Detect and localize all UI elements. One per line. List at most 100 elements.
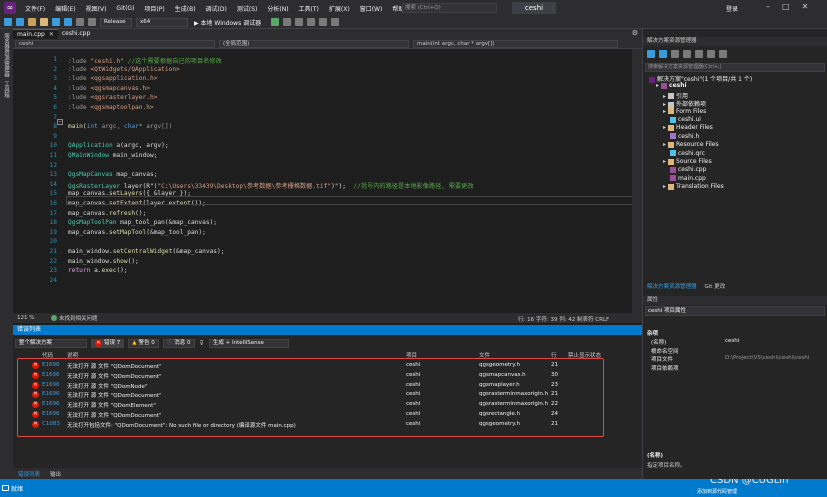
- filter-icon[interactable]: ⊽: [200, 340, 204, 347]
- project-scope-dropdown[interactable]: ceshi: [15, 39, 215, 48]
- maximize-icon[interactable]: □: [782, 2, 790, 11]
- back-icon[interactable]: [647, 50, 655, 58]
- tree-item[interactable]: ▸ Translation Files: [663, 183, 724, 191]
- code-line: map_canvas.refresh();: [68, 210, 146, 217]
- expand-arrow-icon[interactable]: ▸: [663, 124, 666, 131]
- tree-item-label: Form Files: [676, 107, 707, 115]
- toolbox-tab[interactable]: 工具箱: [2, 81, 10, 98]
- code-token: "ceshi.h": [90, 58, 124, 65]
- menu-item[interactable]: 生成(B): [170, 4, 201, 13]
- messages-filter-button[interactable]: ⓘ 消息 0: [162, 338, 195, 348]
- menu-item[interactable]: 项目(P): [139, 4, 169, 13]
- redo-icon[interactable]: [88, 18, 96, 26]
- server-explorer-tab[interactable]: 服务器资源管理器: [2, 33, 10, 77]
- forward-icon[interactable]: [659, 50, 667, 58]
- property-value[interactable]: ceshi: [725, 338, 825, 344]
- expand-arrow-icon[interactable]: ▸: [663, 108, 666, 115]
- collapse-outline-icon[interactable]: −: [57, 119, 63, 125]
- toolbar-tool-icon[interactable]: [295, 18, 304, 26]
- menu-item[interactable]: Git(G): [111, 5, 139, 12]
- menu-item[interactable]: 扩展(X): [324, 4, 355, 13]
- scope-dropdown[interactable]: 整个解决方案: [15, 338, 87, 348]
- collapse-all-icon[interactable]: [695, 50, 703, 58]
- tree-item[interactable]: main.cpp: [670, 175, 706, 183]
- tab-main-cpp[interactable]: main.cpp ✕: [13, 29, 58, 39]
- menu-item[interactable]: 窗口(W): [355, 4, 388, 13]
- back-icon[interactable]: [4, 18, 12, 26]
- toolbar-tool-icon[interactable]: [307, 18, 316, 26]
- tree-item[interactable]: ceshi.h: [670, 133, 699, 141]
- menu-item[interactable]: 文件(F): [20, 4, 50, 13]
- code-token: * argv[]): [138, 123, 173, 131]
- expand-arrow-icon[interactable]: ▸: [663, 141, 666, 148]
- tree-item[interactable]: ▸ Header Files: [663, 124, 713, 132]
- wrench-icon[interactable]: [719, 50, 727, 58]
- forward-icon[interactable]: [16, 18, 24, 26]
- tree-item[interactable]: ▸ 引用: [663, 91, 688, 100]
- login-link[interactable]: 登录: [726, 4, 738, 13]
- line-number: 3: [53, 75, 57, 83]
- properties-icon[interactable]: [707, 50, 715, 58]
- menu-item[interactable]: 视图(V): [81, 4, 112, 13]
- configuration-dropdown[interactable]: Release: [100, 17, 132, 27]
- menu-item[interactable]: 测试(S): [232, 4, 263, 13]
- expand-arrow-icon[interactable]: ▸: [663, 158, 666, 165]
- run-debugger-button[interactable]: ▶ 本地 Windows 调试器: [194, 18, 261, 27]
- tree-item[interactable]: ceshi.qrc: [670, 150, 705, 158]
- line-number: 6: [53, 104, 57, 111]
- tab-solution-explorer[interactable]: 解决方案资源管理器: [647, 282, 697, 290]
- info-icon: ⓘ: [166, 339, 173, 346]
- toolbar-tool-icon[interactable]: [319, 18, 328, 26]
- sync-icon[interactable]: [683, 50, 691, 58]
- toolbar-tool-icon[interactable]: [331, 18, 340, 26]
- expand-arrow-icon[interactable]: ▸: [663, 183, 666, 190]
- tree-item[interactable]: ▸ 外部依赖项: [663, 99, 706, 108]
- menu-item[interactable]: 编辑(E): [50, 4, 80, 13]
- tree-item[interactable]: ▸ Source Files: [663, 158, 712, 166]
- tree-item[interactable]: ▸ Resource Files: [663, 141, 719, 149]
- properties-object-dropdown[interactable]: ceshi 项目属性: [645, 306, 825, 316]
- tree-item[interactable]: ▸ Form Files: [663, 108, 706, 116]
- tree-item[interactable]: ceshi.ui: [670, 116, 701, 124]
- errors-filter-button[interactable]: ✕ 错误 7: [91, 338, 125, 348]
- tree-item[interactable]: 解决方案"ceshi"(1 个项目/共 1 个): [649, 74, 752, 83]
- platform-dropdown[interactable]: x64: [136, 17, 188, 27]
- tab-output[interactable]: 输出: [50, 470, 61, 478]
- tab-ceshi-cpp[interactable]: ceshi.cpp: [58, 29, 94, 39]
- tab-error-list[interactable]: 错误列表: [18, 470, 40, 478]
- function-dropdown[interactable]: main(int argc, char * argv[]): [413, 39, 618, 48]
- solution-search-input[interactable]: 搜索解决方案资源管理器(Ctrl+;): [645, 63, 825, 72]
- start-without-debug-icon[interactable]: [271, 18, 280, 26]
- save-icon[interactable]: [52, 18, 60, 26]
- save-all-icon[interactable]: [64, 18, 72, 26]
- tree-item[interactable]: ceshi.cpp: [670, 166, 706, 174]
- close-icon[interactable]: ✕: [802, 2, 809, 11]
- new-file-icon[interactable]: [28, 18, 36, 26]
- settings-gear-icon[interactable]: ⚙: [632, 29, 638, 37]
- close-icon[interactable]: ✕: [49, 30, 54, 40]
- open-folder-icon[interactable]: [40, 18, 48, 26]
- minimize-icon[interactable]: –: [766, 2, 770, 11]
- warnings-filter-button[interactable]: ▲ 警告 0: [128, 338, 159, 348]
- line-number: 1: [53, 56, 57, 63]
- expand-arrow-icon[interactable]: ▸: [656, 82, 659, 89]
- scrollbar[interactable]: [632, 49, 642, 313]
- visual-studio-logo-icon: ∞: [4, 2, 16, 14]
- zoom-level[interactable]: 121 %: [17, 315, 49, 321]
- toolbar-tool-icon[interactable]: [283, 18, 292, 26]
- properties-section: 杂项: [647, 331, 659, 337]
- tree-item[interactable]: ▸ ceshi: [656, 82, 687, 90]
- global-scope-dropdown[interactable]: (全局范围): [219, 39, 409, 48]
- add-to-source-control[interactable]: 添加到源代码管理: [697, 488, 737, 495]
- code-editor[interactable]: 1:lude "ceshi.h" //这个需要根据自己的项目名修改 2:lude …: [13, 49, 642, 313]
- menu-item[interactable]: 工具(T): [294, 4, 324, 13]
- line-number: 14: [49, 180, 57, 188]
- tab-git-changes[interactable]: Git 更改: [705, 282, 726, 290]
- search-input[interactable]: 搜索 (Ctrl+Q): [402, 3, 497, 13]
- undo-icon[interactable]: [76, 18, 84, 26]
- menu-item[interactable]: 分析(N): [262, 4, 293, 13]
- build-filter-dropdown[interactable]: 生成 + IntelliSense: [208, 338, 289, 348]
- menu-item[interactable]: 调试(D): [201, 4, 232, 13]
- home-icon[interactable]: [671, 50, 679, 58]
- property-value[interactable]: D:\Project\VS\ceshi\ceshi\ceshi: [725, 355, 825, 361]
